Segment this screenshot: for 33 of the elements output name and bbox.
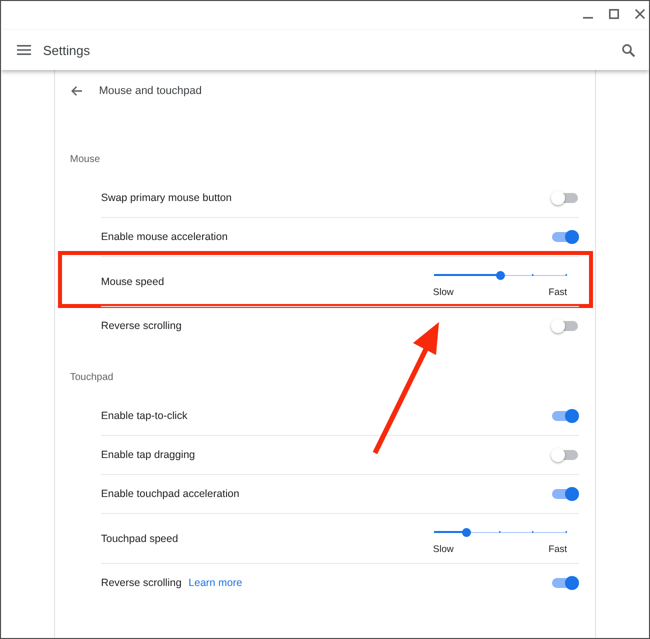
menu-icon[interactable]: [17, 45, 31, 55]
toggle-switch[interactable]: [551, 448, 579, 462]
setting-label: Reverse scrolling: [101, 577, 182, 589]
toggle-switch[interactable]: [551, 487, 579, 501]
maximize-icon[interactable]: [609, 9, 619, 19]
setting-label: Enable tap dragging: [101, 449, 195, 461]
back-arrow-icon[interactable]: [71, 86, 82, 96]
setting-label: Enable tap-to-click: [101, 410, 188, 422]
setting-label: Swap primary mouse button: [101, 192, 232, 204]
setting-label: Touchpad speed: [101, 532, 178, 544]
search-icon[interactable]: [622, 44, 635, 56]
section-heading: Touchpad: [69, 371, 114, 385]
setting-label: Enable touchpad acceleration: [101, 488, 240, 500]
slider-thumb[interactable]: [462, 528, 472, 536]
toggle-switch[interactable]: [551, 408, 579, 422]
learn-more-link[interactable]: Learn more: [188, 577, 242, 589]
setting-label: Enable mouse acceleration: [101, 231, 228, 243]
slider-max-label: Fast: [548, 544, 567, 556]
toggle-switch[interactable]: [551, 319, 579, 333]
setting-label: Mouse speed: [101, 276, 164, 288]
setting-label: Reverse scrolling: [101, 320, 182, 332]
slider-min-label: Slow: [433, 286, 454, 298]
header-title: Settings: [43, 42, 90, 58]
page-title: Mouse and touchpad: [99, 85, 202, 97]
toggle-switch[interactable]: [551, 190, 579, 204]
slider-thumb[interactable]: [496, 270, 504, 280]
slider-max-label: Fast: [548, 286, 567, 298]
slider-min-label: Slow: [433, 544, 454, 556]
toggle-switch[interactable]: [551, 576, 579, 590]
minimize-icon[interactable]: [583, 17, 593, 19]
section-heading: Mouse: [69, 153, 102, 167]
close-icon[interactable]: [635, 9, 645, 19]
toggle-switch[interactable]: [551, 230, 579, 244]
